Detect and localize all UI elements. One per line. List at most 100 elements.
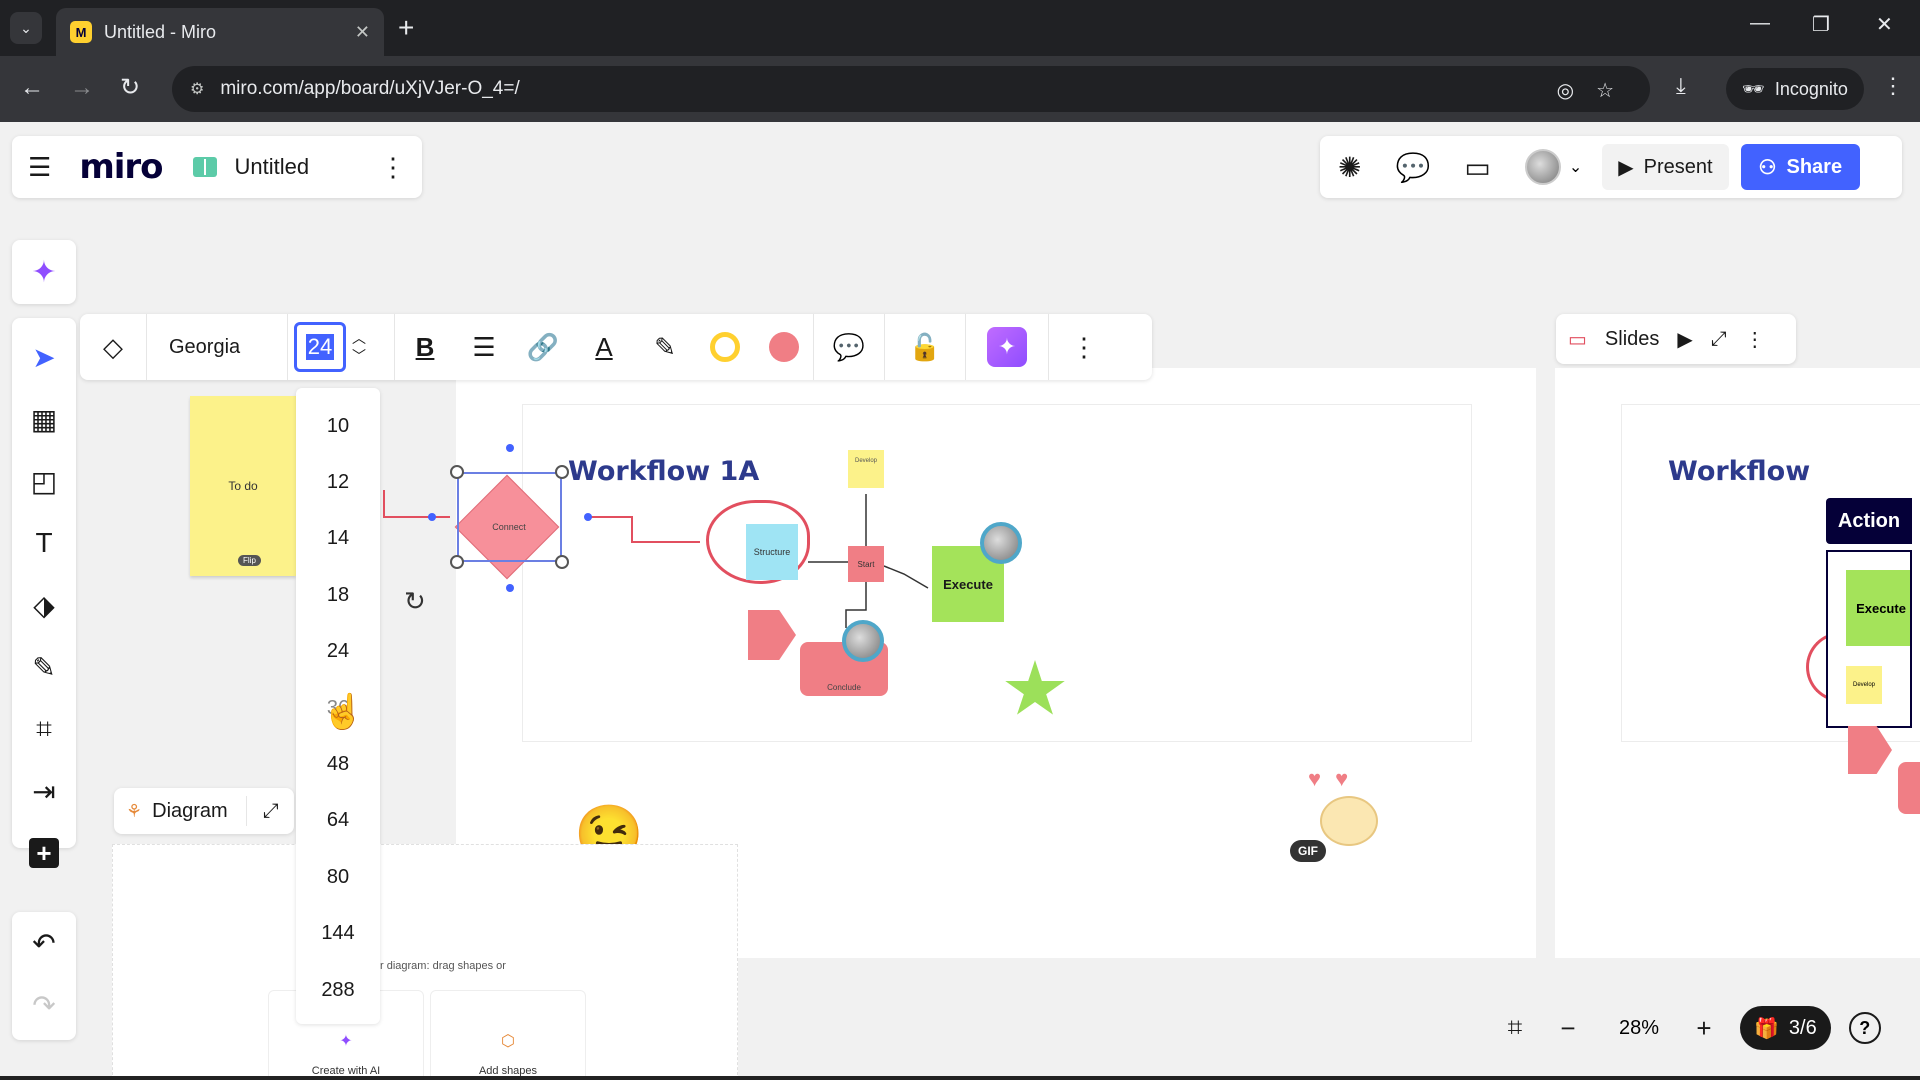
font-size-option[interactable]: 48 — [296, 736, 380, 792]
add-shapes-button[interactable]: ⬡ Add shapes — [430, 990, 586, 1080]
minimize-icon[interactable]: — — [1750, 12, 1770, 35]
share-button[interactable]: ⚇ Share — [1740, 144, 1861, 190]
font-size-input[interactable]: 24 — [294, 322, 346, 372]
more-options-button[interactable]: ⋮ — [1049, 314, 1119, 380]
back-icon[interactable]: ← — [20, 73, 44, 103]
resize-handle-tl[interactable] — [450, 465, 464, 479]
tab-close-icon[interactable]: ✕ — [355, 22, 370, 43]
reload-icon[interactable]: ↻ — [120, 73, 140, 103]
start-shape[interactable]: Start — [848, 546, 884, 582]
font-size-option[interactable]: 288 — [296, 962, 380, 1018]
bold-button[interactable]: B — [395, 314, 455, 380]
select-tool[interactable]: ➤ — [12, 326, 76, 388]
connector-dot-top[interactable] — [506, 444, 514, 452]
font-size-option[interactable]: 64 — [296, 793, 380, 849]
ai-action-button[interactable]: ✦ — [966, 314, 1048, 380]
board-more-icon[interactable]: ⋮ — [380, 152, 406, 183]
board-name[interactable]: Untitled — [235, 154, 380, 180]
resize-handle-br[interactable] — [555, 555, 569, 569]
connector-dot-bottom[interactable] — [506, 584, 514, 592]
user-menu[interactable]: ⌄ — [1524, 149, 1582, 185]
develop-sticky[interactable]: Develop — [848, 450, 884, 488]
connector-dot-right[interactable] — [584, 513, 592, 521]
shape-type-button[interactable]: ◇ — [80, 314, 146, 380]
pages-button[interactable]: 🎁 3/6 — [1740, 1006, 1831, 1050]
font-size-option[interactable]: 14 — [296, 511, 380, 567]
more-tools[interactable]: + — [12, 822, 76, 884]
sticky-note-tool[interactable]: ◰ — [12, 450, 76, 512]
restore-icon[interactable]: ❐ — [1812, 12, 1830, 37]
action-label[interactable]: Action — [1826, 498, 1912, 544]
reactions-icon[interactable]: ✺ — [1338, 151, 1361, 184]
font-size-stepper[interactable]: ︿ ﹀ — [352, 329, 374, 365]
font-size-option[interactable]: 12 — [296, 454, 380, 510]
upload-tool[interactable]: ⇥ — [12, 760, 76, 822]
resize-handle-bl[interactable] — [450, 555, 464, 569]
font-family-select[interactable]: Georgia — [147, 314, 287, 380]
diagram-chip[interactable]: ⚘ Diagram ⤢ — [114, 788, 294, 834]
connector-dot-left[interactable] — [428, 513, 436, 521]
miro-logo[interactable]: miro — [79, 147, 163, 187]
creation-toolbar: ➤ ▦ ◰ T ⬗ ✎ ⌗ ⇥ + — [12, 318, 76, 868]
frame-tool[interactable]: ⌗ — [12, 698, 76, 760]
font-size-option[interactable]: 24 — [296, 624, 380, 680]
align-button[interactable]: ☰ — [455, 314, 513, 380]
text-tool[interactable]: T — [12, 512, 76, 574]
zoom-level[interactable]: 28% — [1596, 1017, 1682, 1040]
collaborator-avatar[interactable] — [980, 522, 1022, 564]
font-size-option[interactable]: 18 — [296, 567, 380, 623]
pen-tool[interactable]: ✎ — [12, 636, 76, 698]
structure-sticky[interactable]: Structure — [746, 524, 798, 580]
address-bar[interactable]: ⚙ miro.com/app/board/uXjVJer-O_4=/ ◎ ☆ — [172, 66, 1650, 112]
gif-sticker[interactable]: ♥♥ GIF — [1280, 758, 1410, 878]
video-call-icon[interactable]: ▭ — [1464, 151, 1490, 184]
shapes-tool[interactable]: ⬗ — [12, 574, 76, 636]
link-button[interactable]: 🔗 — [513, 314, 573, 380]
diagram-expand-icon[interactable]: ⤢ — [263, 800, 279, 823]
slides-label[interactable]: Slides — [1605, 328, 1659, 351]
download-icon[interactable]: ⤓ — [1676, 73, 1686, 99]
slides-more-icon[interactable]: ⋮ — [1745, 327, 1765, 352]
expand-icon[interactable]: ⤢ — [1711, 328, 1727, 351]
forward-icon[interactable]: → — [70, 73, 94, 103]
collaborator-avatar-2[interactable] — [842, 620, 884, 662]
present-button[interactable]: ▶ Present — [1602, 144, 1729, 190]
bookmark-star-icon[interactable]: ☆ — [1596, 78, 1614, 103]
help-icon[interactable]: ? — [1848, 1012, 1881, 1044]
chevron-up-icon[interactable]: ︿ — [352, 329, 374, 347]
undo-button[interactable]: ↶ — [12, 912, 76, 974]
new-tab-icon[interactable]: + — [398, 12, 414, 44]
tab-search-button[interactable]: ⌄ — [10, 12, 42, 44]
comments-icon[interactable]: 💬 — [1395, 151, 1430, 184]
redo-button[interactable]: ↷ — [12, 974, 76, 1036]
main-menu-icon[interactable]: ☰ — [28, 152, 51, 183]
site-info-icon[interactable]: ⚙ — [190, 79, 204, 99]
fill-color-button[interactable] — [755, 314, 813, 380]
pink-shape-right[interactable] — [1898, 762, 1920, 814]
window-close-icon[interactable]: ✕ — [1876, 12, 1893, 37]
border-color-button[interactable] — [695, 314, 755, 380]
comment-button[interactable]: 💬 — [814, 314, 884, 380]
rotate-icon[interactable]: ↻ — [404, 586, 426, 617]
fit-to-screen-icon[interactable]: ⌗ — [1490, 1012, 1540, 1044]
incognito-badge[interactable]: 🕶 Incognito — [1726, 68, 1864, 110]
frame-thumbnail[interactable]: Execute Develop — [1826, 550, 1912, 728]
chevron-down-icon[interactable]: ﹀ — [352, 347, 374, 365]
browser-tab[interactable]: M Untitled - Miro ✕ — [56, 8, 384, 56]
play-icon[interactable]: ▶ — [1677, 327, 1692, 352]
browser-menu-icon[interactable]: ⋮ — [1882, 73, 1904, 99]
ai-sparkle-icon: ✦ — [339, 1033, 353, 1050]
font-size-option[interactable]: 144 — [296, 906, 380, 962]
ai-assistant-button[interactable]: ✦ — [12, 240, 76, 304]
text-color-button[interactable]: A — [573, 314, 635, 380]
eye-off-icon[interactable]: ◎ — [1557, 78, 1574, 103]
templates-tool[interactable]: ▦ — [12, 388, 76, 450]
font-size-option[interactable]: 10 — [296, 398, 380, 454]
zoom-in-icon[interactable]: + — [1682, 1013, 1726, 1044]
board-canvas[interactable]: Workflow 1A Workflow To do Flip Connect … — [0, 122, 1920, 1080]
highlight-button[interactable]: ✎ — [635, 314, 695, 380]
font-size-option[interactable]: 80 — [296, 849, 380, 905]
zoom-out-icon[interactable]: − — [1540, 1013, 1596, 1044]
resize-handle-tr[interactable] — [555, 465, 569, 479]
lock-button[interactable]: 🔓 — [885, 314, 965, 380]
